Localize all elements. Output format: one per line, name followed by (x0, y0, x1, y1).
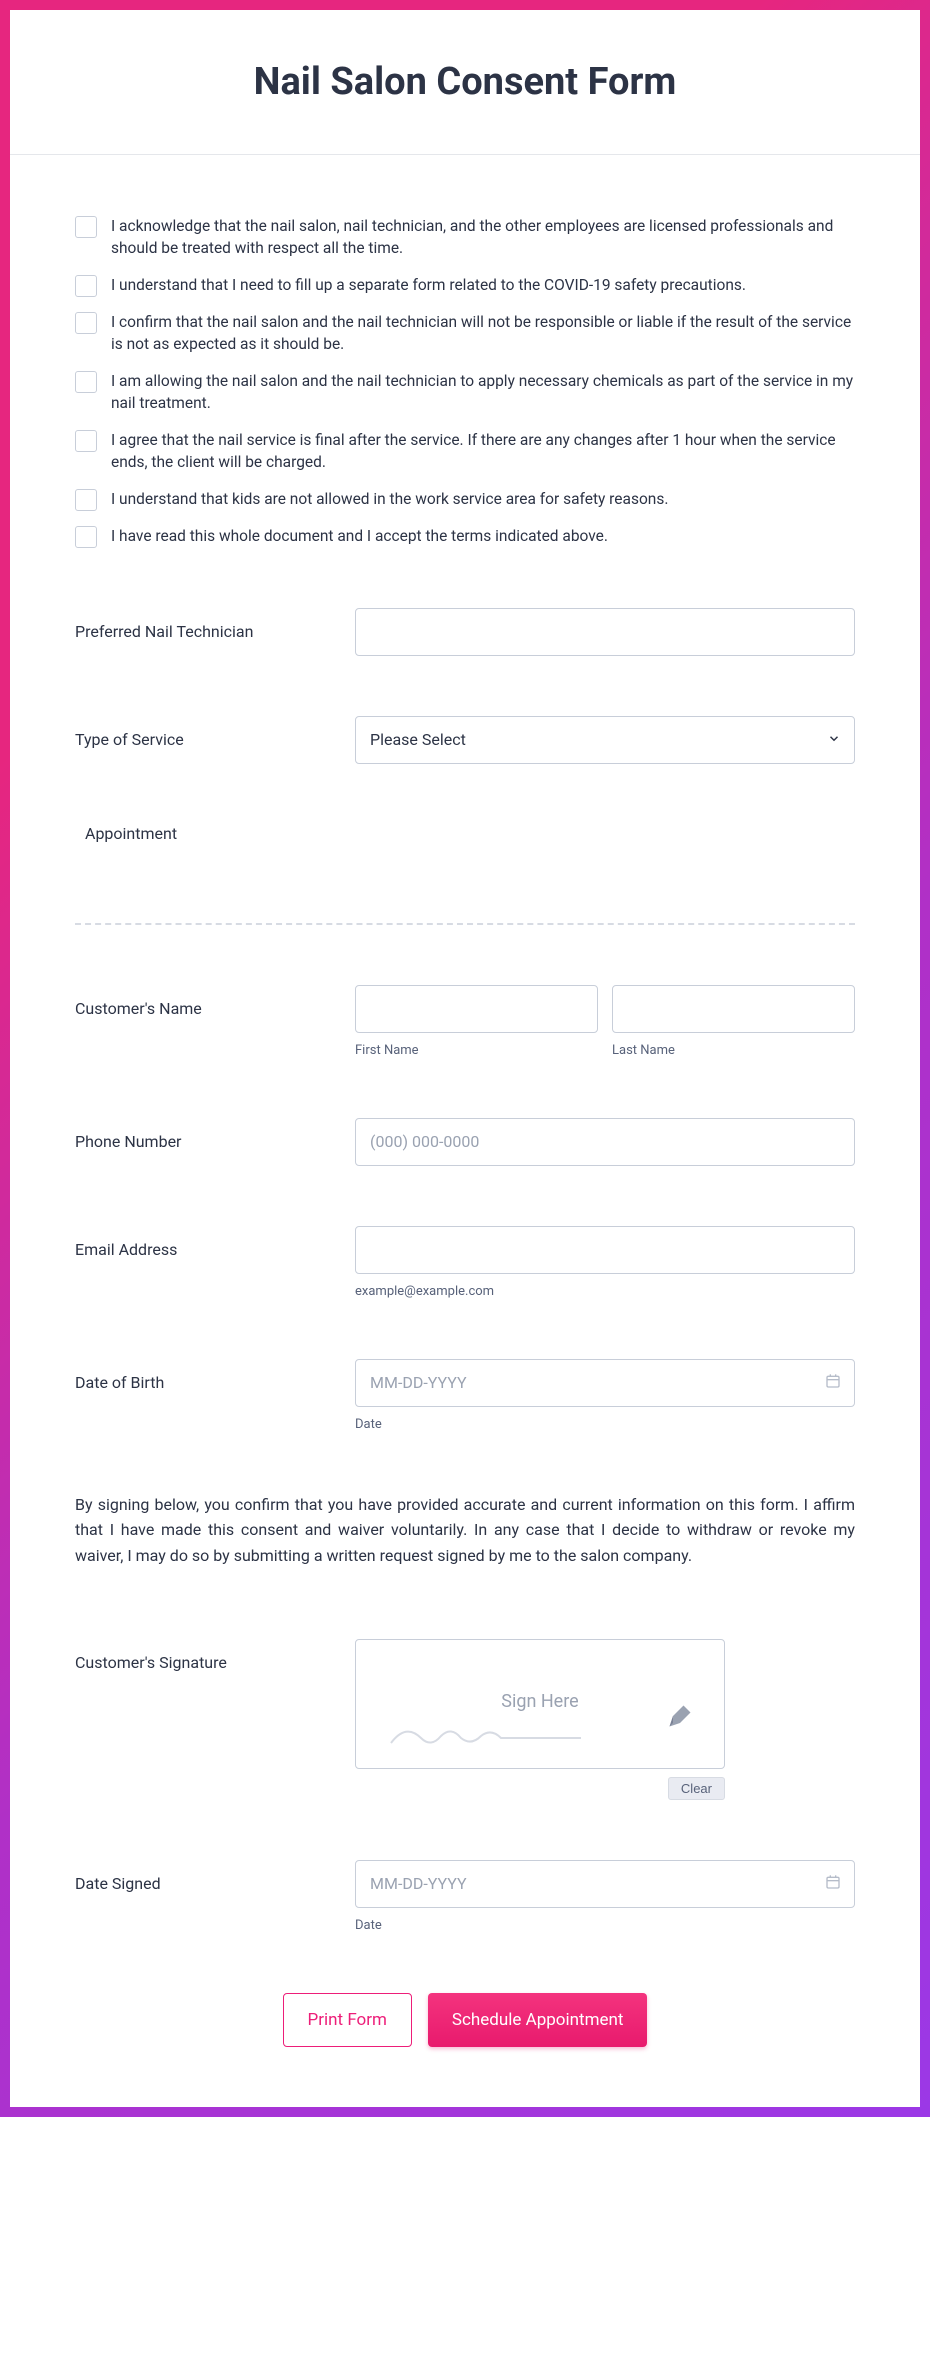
service-select[interactable]: Please Select (355, 716, 855, 764)
phone-label: Phone Number (75, 1118, 355, 1151)
last-name-sublabel: Last Name (612, 1043, 855, 1058)
consent-body-text: By signing below, you confirm that you h… (75, 1492, 855, 1569)
consent-text-4: I am allowing the nail salon and the nai… (111, 370, 855, 415)
consent-text-7: I have read this whole document and I ac… (111, 525, 608, 547)
schedule-appointment-button[interactable]: Schedule Appointment (428, 1993, 648, 2047)
technician-label: Preferred Nail Technician (75, 608, 355, 641)
email-input[interactable] (355, 1226, 855, 1274)
consent-checkbox-list: I acknowledge that the nail salon, nail … (75, 215, 855, 548)
consent-text-1: I acknowledge that the nail salon, nail … (111, 215, 855, 260)
consent-text-5: I agree that the nail service is final a… (111, 429, 855, 474)
dashed-divider (75, 923, 855, 925)
consent-text-3: I confirm that the nail salon and the na… (111, 311, 855, 356)
signature-pad[interactable]: Sign Here (355, 1639, 725, 1769)
first-name-input[interactable] (355, 985, 598, 1033)
signature-label: Customer's Signature (75, 1639, 355, 1672)
form-page: Nail Salon Consent Form I acknowledge th… (10, 10, 920, 2107)
consent-checkbox-2[interactable] (75, 275, 97, 297)
appointment-section-label: Appointment (75, 824, 855, 843)
sign-here-label: Sign Here (501, 1691, 578, 1712)
consent-checkbox-4[interactable] (75, 371, 97, 393)
consent-checkbox-1[interactable] (75, 216, 97, 238)
dob-sublabel: Date (355, 1417, 855, 1432)
page-title: Nail Salon Consent Form (30, 60, 900, 104)
date-signed-label: Date Signed (75, 1860, 355, 1893)
consent-checkbox-7[interactable] (75, 526, 97, 548)
consent-checkbox-3[interactable] (75, 312, 97, 334)
technician-input[interactable] (355, 608, 855, 656)
service-label: Type of Service (75, 716, 355, 749)
first-name-sublabel: First Name (355, 1043, 598, 1058)
email-sublabel: example@example.com (355, 1284, 855, 1299)
clear-signature-button[interactable]: Clear (668, 1777, 725, 1800)
dob-input[interactable] (355, 1359, 855, 1407)
pen-icon (666, 1702, 694, 1730)
last-name-input[interactable] (612, 985, 855, 1033)
date-signed-input[interactable] (355, 1860, 855, 1908)
consent-text-6: I understand that kids are not allowed i… (111, 488, 668, 510)
phone-input[interactable] (355, 1118, 855, 1166)
consent-text-2: I understand that I need to fill up a se… (111, 274, 746, 296)
consent-checkbox-5[interactable] (75, 430, 97, 452)
email-label: Email Address (75, 1226, 355, 1259)
date-signed-sublabel: Date (355, 1918, 855, 1933)
consent-checkbox-6[interactable] (75, 489, 97, 511)
signature-scribble-icon (386, 1718, 586, 1748)
print-form-button[interactable]: Print Form (283, 1993, 412, 2047)
name-label: Customer's Name (75, 985, 355, 1018)
dob-label: Date of Birth (75, 1359, 355, 1392)
